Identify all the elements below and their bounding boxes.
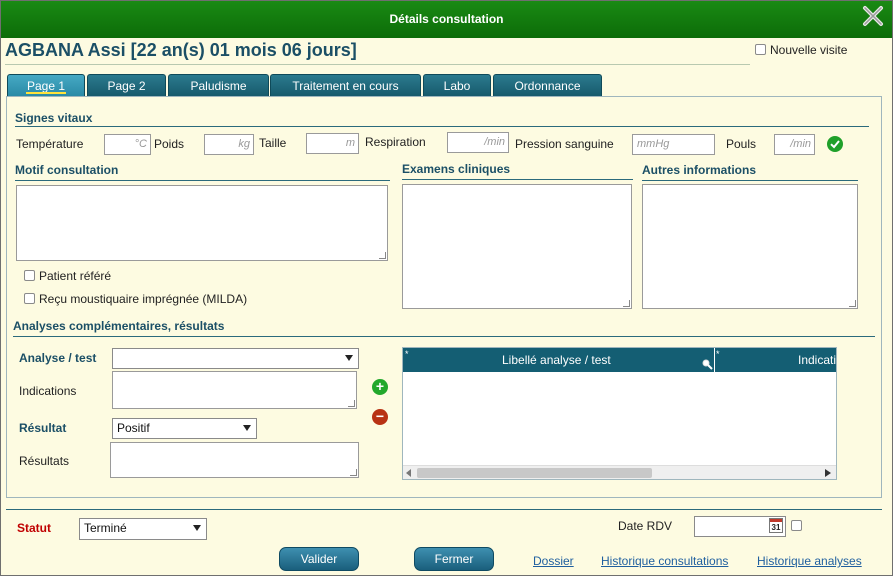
- resultat-label: Résultat: [19, 421, 67, 435]
- tab-page-1[interactable]: Page 1: [7, 74, 85, 96]
- grid-col-indication[interactable]: Indicati: [798, 348, 836, 372]
- valider-button[interactable]: Valider: [279, 547, 359, 571]
- tab-ordonnance[interactable]: Ordonnance: [493, 74, 602, 96]
- historique-consultations-link[interactable]: Historique consultations: [601, 554, 728, 568]
- pouls-input[interactable]: /min: [774, 134, 815, 155]
- patient-refere-label: Patient référé: [39, 269, 112, 283]
- vitals-title: Signes vitaux: [15, 111, 93, 125]
- taille-label: Taille: [259, 136, 287, 150]
- analyses-grid: * Libellé analyse / test * Indicati: [402, 347, 837, 480]
- scrollbar-thumb[interactable]: [417, 468, 652, 478]
- resultats-textarea[interactable]: [110, 442, 359, 478]
- checkbox-box[interactable]: [24, 293, 35, 304]
- pression-label: Pression sanguine: [515, 137, 614, 151]
- motif-textarea[interactable]: [16, 185, 388, 261]
- tab-labo[interactable]: Labo: [423, 74, 491, 96]
- examens-divider: [402, 179, 633, 180]
- pression-input[interactable]: mmHg: [632, 134, 715, 155]
- temperature-input[interactable]: °C: [104, 134, 151, 155]
- chevron-right-icon[interactable]: [825, 469, 831, 477]
- tab-page-2[interactable]: Page 2: [87, 74, 166, 96]
- autres-divider: [642, 180, 858, 181]
- analyses-divider: [13, 336, 875, 337]
- footer-divider: [6, 509, 882, 510]
- statut-label: Statut: [17, 521, 51, 535]
- checkbox-box[interactable]: [755, 44, 766, 55]
- nouvelle-visite-checkbox[interactable]: Nouvelle visite: [755, 43, 847, 57]
- nouvelle-visite-label: Nouvelle visite: [770, 43, 848, 57]
- motif-divider: [15, 180, 390, 181]
- search-icon[interactable]: [702, 359, 713, 370]
- window-title: Détails consultation: [389, 12, 504, 26]
- grid-header: * Libellé analyse / test * Indicati: [403, 348, 836, 372]
- vitals-divider: [15, 126, 869, 127]
- indications-label: Indications: [19, 384, 77, 398]
- add-icon[interactable]: +: [372, 379, 388, 395]
- date-rdv-checkbox[interactable]: [791, 520, 802, 531]
- temperature-label: Température: [16, 137, 84, 151]
- pouls-label: Pouls: [726, 137, 757, 151]
- grid-col-libelle[interactable]: Libellé analyse / test: [502, 348, 611, 372]
- page-1-panel: Signes vitaux Température °C Poids kg Ta…: [6, 96, 882, 498]
- column-divider[interactable]: [714, 348, 715, 372]
- consultation-dialog: Détails consultation AGBANA Assi [22 an(…: [0, 0, 893, 576]
- tab-paludisme[interactable]: Paludisme: [168, 74, 269, 96]
- autres-textarea[interactable]: [642, 184, 858, 309]
- patient-name: AGBANA Assi [22 an(s) 01 mois 06 jours]: [5, 40, 357, 60]
- sort-icon[interactable]: *: [716, 342, 720, 366]
- resultats-label: Résultats: [19, 454, 70, 468]
- check-icon[interactable]: [827, 136, 843, 152]
- horizontal-scrollbar[interactable]: [403, 465, 836, 479]
- dossier-link[interactable]: Dossier: [533, 554, 574, 568]
- poids-input[interactable]: kg: [204, 134, 254, 155]
- respiration-label: Respiration: [365, 135, 426, 149]
- divider: [5, 64, 750, 65]
- analyse-select[interactable]: [112, 348, 359, 369]
- moustiquaire-label: Reçu moustiquaire imprégnée (MILDA): [39, 292, 248, 306]
- indications-textarea[interactable]: [112, 371, 357, 409]
- chevron-down-icon: [193, 525, 201, 531]
- motif-title: Motif consultation: [15, 163, 119, 177]
- taille-input[interactable]: m: [306, 133, 359, 154]
- moustiquaire-checkbox[interactable]: Reçu moustiquaire imprégnée (MILDA): [24, 292, 247, 306]
- statut-select[interactable]: Terminé: [79, 518, 207, 540]
- chevron-left-icon[interactable]: [406, 469, 412, 477]
- tab-traitement-en-cours[interactable]: Traitement en cours: [270, 74, 421, 96]
- respiration-input[interactable]: /min: [447, 132, 509, 153]
- resultat-select[interactable]: Positif: [112, 418, 257, 439]
- patient-refere-checkbox[interactable]: Patient référé: [24, 269, 111, 283]
- date-rdv-label: Date RDV: [618, 519, 673, 533]
- historique-analyses-link[interactable]: Historique analyses: [757, 554, 862, 568]
- calendar-icon[interactable]: 31: [769, 518, 783, 533]
- title-bar: Détails consultation: [1, 1, 892, 38]
- poids-label: Poids: [154, 137, 185, 151]
- fermer-button[interactable]: Fermer: [414, 547, 494, 571]
- remove-icon[interactable]: −: [372, 409, 388, 425]
- checkbox-box[interactable]: [24, 270, 35, 281]
- sort-icon[interactable]: *: [405, 342, 409, 366]
- chevron-down-icon: [345, 355, 353, 361]
- examens-textarea[interactable]: [402, 184, 632, 309]
- chevron-down-icon: [243, 425, 251, 431]
- analyses-title: Analyses complémentaires, résultats: [13, 319, 225, 333]
- examens-title: Examens cliniques: [402, 162, 511, 176]
- close-icon[interactable]: [862, 5, 884, 27]
- autres-title: Autres informations: [642, 163, 757, 177]
- analyse-label: Analyse / test: [19, 351, 97, 365]
